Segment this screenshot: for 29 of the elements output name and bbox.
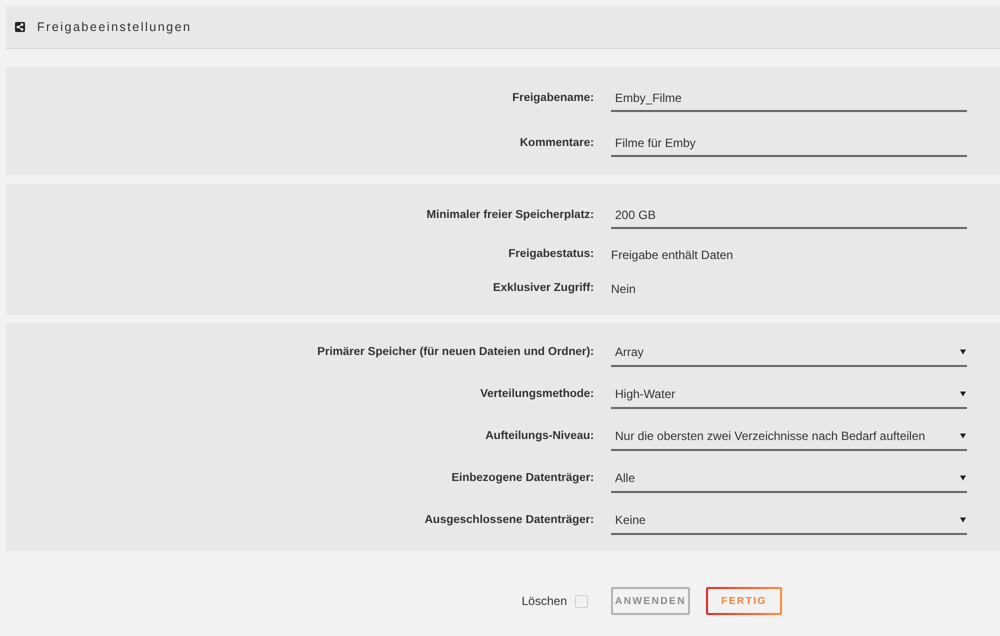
text-input[interactable]: 200 GB <box>611 202 967 229</box>
text-input[interactable]: Filme für Emby <box>611 130 967 157</box>
field-label: Freigabename: <box>512 90 594 106</box>
field-label: Minimaler freier Speicherplatz: <box>426 208 594 223</box>
field-label: Ausgeschlossene Datenträger: <box>424 513 594 528</box>
dropdown[interactable]: Alle <box>611 465 967 493</box>
field-label: Freigabestatus: <box>508 247 594 262</box>
caret-icon <box>960 433 966 439</box>
checkbox[interactable] <box>575 594 588 608</box>
caret-icon <box>960 349 966 355</box>
field-value: Freigabe enthält Daten <box>611 247 734 264</box>
caret-icon <box>960 391 966 397</box>
dropdown[interactable]: High-Water <box>611 381 967 409</box>
field-label: Aufteilungs-Niveau: <box>485 429 594 444</box>
checkbox-label: Löschen <box>522 593 567 610</box>
caret-icon <box>960 475 966 481</box>
share-icon <box>15 22 25 32</box>
field-label: Primärer Speicher (für neuen Dateien und Ordner): <box>317 345 594 360</box>
field-label: Verteilungsmethode: <box>480 387 594 402</box>
dropdown[interactable]: Nur die obersten zwei Verzeichnisse nach Bedarf aufteilen <box>611 423 967 451</box>
text-input[interactable]: Emby_Filme <box>611 85 967 112</box>
field-value: Nein <box>611 281 636 298</box>
field-label: Exklusiver Zugriff: <box>493 281 594 296</box>
page-title: Freigabeeinstellungen <box>37 18 192 36</box>
field-label: Einbezogene Datenträger: <box>452 471 594 486</box>
field-label: Kommentare: <box>520 136 594 151</box>
caret-icon <box>960 517 966 523</box>
dropdown[interactable]: Array <box>611 339 967 367</box>
dropdown[interactable]: Keine <box>611 507 967 535</box>
